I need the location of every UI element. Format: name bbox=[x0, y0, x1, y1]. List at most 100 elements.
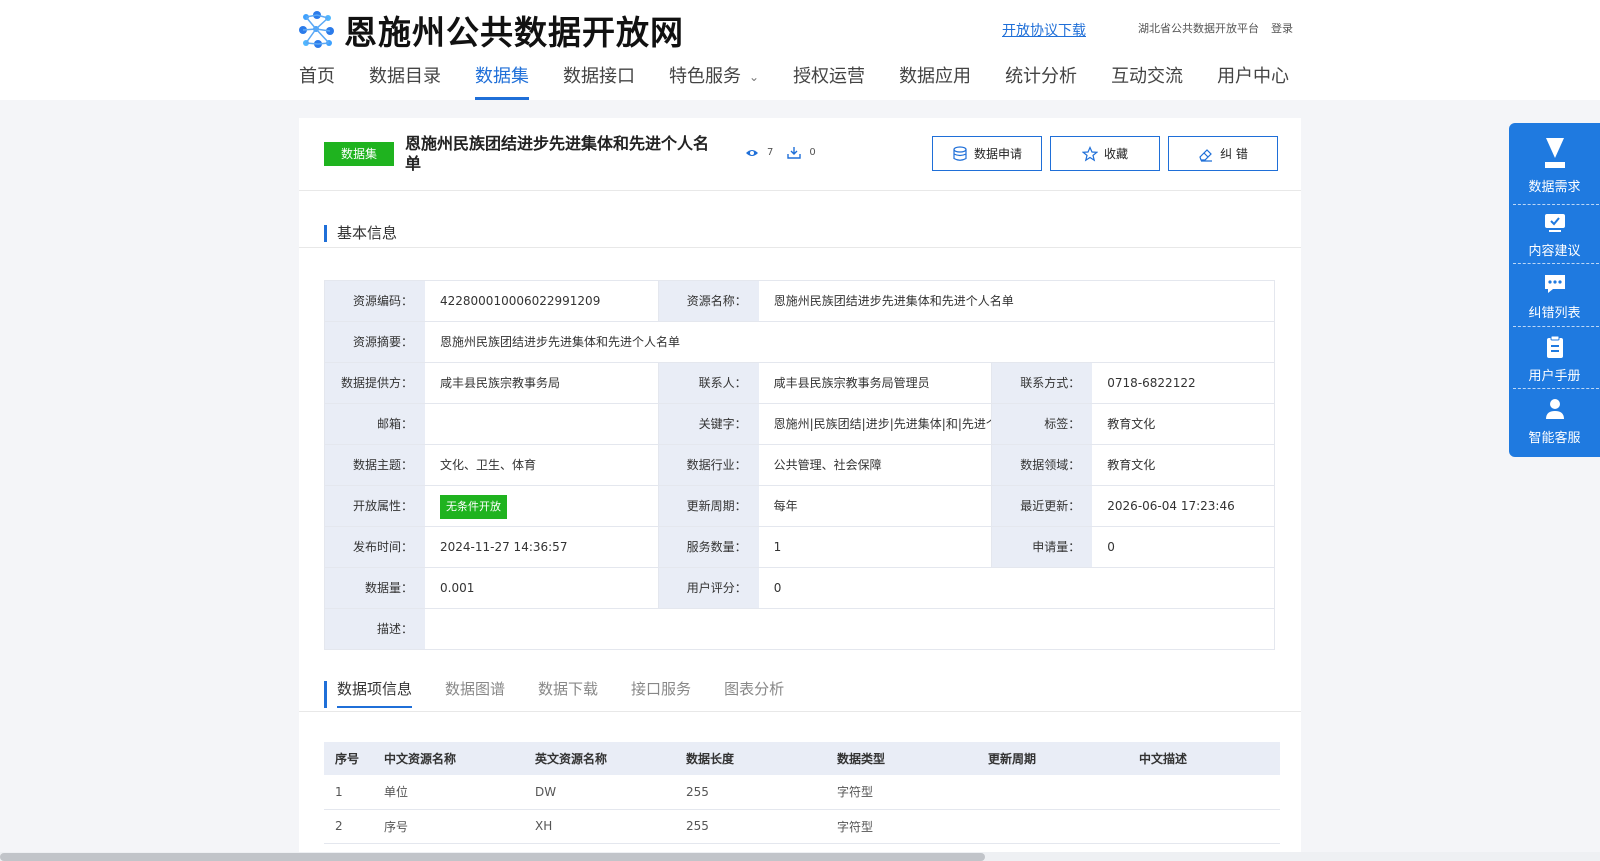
platform-link[interactable]: 湖北省公共数据开放平台 bbox=[1138, 20, 1259, 36]
field-label: 数据主题： bbox=[325, 445, 425, 485]
user-rating: 0 bbox=[759, 568, 1275, 608]
table-cell bbox=[977, 775, 1128, 810]
float-user-manual[interactable]: 用户手册 bbox=[1509, 335, 1600, 384]
divider bbox=[299, 711, 1301, 712]
field-label: 数据量： bbox=[325, 568, 425, 608]
site-title: 恩施州公共数据开放网 bbox=[344, 13, 684, 52]
nav-label: 数据目录 bbox=[369, 66, 441, 87]
table-cell: 单位 bbox=[373, 775, 524, 810]
resource-abstract: 恩施州民族团结进步先进集体和先进个人名单 bbox=[425, 322, 1275, 362]
column-header: 中文资源名称 bbox=[373, 742, 524, 775]
info-row: 数据提供方： 咸丰县民族宗教事务局 联系人： 咸丰县民族宗教事务局管理员 联系方… bbox=[325, 363, 1275, 404]
dataset-title-bar: 数据集 恩施州民族团结进步先进集体和先进个人名单 7 0 数据申请 收藏 纠 错 bbox=[299, 118, 1301, 191]
logo-icon bbox=[299, 11, 334, 48]
agreement-download-link[interactable]: 开放协议下载 bbox=[1002, 20, 1086, 40]
monitor-icon bbox=[1544, 214, 1565, 232]
field-label: 申请量： bbox=[992, 527, 1093, 567]
table-header-row: 序号 中文资源名称 英文资源名称 数据长度 数据类型 更新周期 中文描述 bbox=[324, 742, 1280, 775]
clipboard-icon bbox=[1546, 335, 1563, 358]
contact-person: 咸丰县民族宗教事务局管理员 bbox=[759, 363, 993, 403]
data-apply-label: 数据申请 bbox=[973, 147, 1022, 161]
column-header: 更新周期 bbox=[977, 742, 1128, 775]
table-cell bbox=[1128, 809, 1280, 844]
info-row: 数据量： 0.001 用户评分： 0 bbox=[325, 568, 1275, 609]
data-theme: 文化、卫生、体育 bbox=[425, 445, 659, 485]
data-provider: 咸丰县民族宗教事务局 bbox=[425, 363, 659, 403]
float-label: 用户手册 bbox=[1528, 369, 1581, 384]
float-correction-list[interactable]: 纠错列表 bbox=[1509, 272, 1600, 321]
nav-statistics[interactable]: 统计分析 bbox=[1005, 60, 1077, 100]
service-count: 1 bbox=[759, 527, 993, 567]
field-label: 标签： bbox=[992, 404, 1093, 444]
column-header: 中文描述 bbox=[1128, 742, 1280, 775]
tab-api-service[interactable]: 接口服务 bbox=[631, 681, 691, 708]
tab-data-graph[interactable]: 数据图谱 bbox=[445, 681, 505, 708]
field-label: 服务数量： bbox=[658, 527, 759, 567]
email bbox=[425, 404, 659, 444]
info-row: 开放属性： 无条件开放 更新周期： 每年 最近更新： 2026-06-04 17… bbox=[325, 486, 1275, 527]
column-header: 英文资源名称 bbox=[524, 742, 675, 775]
horizontal-scrollbar[interactable] bbox=[0, 852, 1600, 861]
float-smart-service[interactable]: 智能客服 bbox=[1509, 397, 1600, 446]
resource-name: 恩施州民族团结进步先进集体和先进个人名单 bbox=[759, 281, 1275, 321]
floating-service-panel: 数据需求 内容建议 纠错列表 用户手册 智能客服 bbox=[1509, 123, 1600, 457]
chevron-down-icon: ⌄ bbox=[749, 70, 760, 84]
basic-info-heading: 基本信息 bbox=[324, 225, 397, 242]
nav-data-apps[interactable]: 数据应用 bbox=[899, 60, 971, 100]
field-label: 联系方式： bbox=[992, 363, 1093, 403]
field-label: 数据提供方： bbox=[325, 363, 425, 403]
description bbox=[425, 609, 1275, 649]
user-icon bbox=[1545, 399, 1564, 419]
nav-api[interactable]: 数据接口 bbox=[563, 60, 635, 100]
column-header: 数据长度 bbox=[675, 742, 826, 775]
open-status-badge: 无条件开放 bbox=[440, 495, 507, 519]
basic-info-table: 资源编码： 42280001000602299120​9 资源名称： 恩施州民族… bbox=[324, 280, 1275, 650]
nav-label: 特色服务 bbox=[669, 66, 741, 87]
tab-data-download[interactable]: 数据下载 bbox=[538, 681, 598, 708]
field-label: 关键字： bbox=[658, 404, 759, 444]
field-label: 用户评分： bbox=[658, 568, 759, 608]
table-cell bbox=[1128, 775, 1280, 810]
nav-home[interactable]: 首页 bbox=[299, 60, 335, 100]
table-row: 2 序号 XH 255 字符型 bbox=[324, 809, 1280, 844]
divider bbox=[1513, 388, 1599, 389]
info-row: 描述： bbox=[325, 609, 1275, 650]
table-cell: 1 bbox=[324, 775, 373, 810]
correction-button[interactable]: 纠 错 bbox=[1168, 136, 1278, 171]
nav-label: 首页 bbox=[299, 66, 335, 87]
field-label: 资源名称： bbox=[658, 281, 759, 321]
login-link[interactable]: 登录 bbox=[1271, 20, 1293, 36]
scrollbar-thumb[interactable] bbox=[0, 853, 985, 861]
dataset-title: 恩施州民族团结进步先进集体和先进个人名单 bbox=[405, 134, 710, 173]
update-cycle: 每年 bbox=[759, 486, 993, 526]
data-apply-button[interactable]: 数据申请 bbox=[932, 136, 1042, 171]
field-label: 更新周期： bbox=[658, 486, 759, 526]
data-volume: 0.001 bbox=[425, 568, 659, 608]
nav-datasets[interactable]: 数据集 bbox=[475, 60, 529, 100]
table-cell: 255 bbox=[675, 775, 826, 810]
tab-data-items[interactable]: 数据项信息 bbox=[324, 681, 413, 708]
field-label: 描述： bbox=[325, 609, 425, 649]
table-cell: XH bbox=[524, 809, 675, 844]
site-logo[interactable]: 恩施州公共数据开放网 bbox=[298, 6, 684, 54]
nav-user-center[interactable]: 用户中心 bbox=[1217, 60, 1289, 100]
float-content-suggestion[interactable]: 内容建议 bbox=[1509, 212, 1600, 259]
info-row: 发布时间： 2024-11-27 14:36:57 服务数量： 1 申请量： 0 bbox=[325, 527, 1275, 568]
field-label: 最近更新： bbox=[992, 486, 1093, 526]
nav-authorized-operation[interactable]: 授权运营 bbox=[793, 60, 865, 100]
download-count-value: 0 bbox=[809, 147, 816, 158]
float-data-demand[interactable]: 数据需求 bbox=[1509, 136, 1600, 195]
nav-interaction[interactable]: 互动交流 bbox=[1111, 60, 1183, 100]
table-cell: 255 bbox=[675, 809, 826, 844]
nav-label: 数据集 bbox=[475, 66, 529, 87]
tab-chart-analysis[interactable]: 图表分析 bbox=[724, 681, 784, 708]
float-label: 智能客服 bbox=[1528, 431, 1581, 446]
nav-featured-services[interactable]: 特色服务 ⌄ bbox=[669, 60, 759, 100]
resource-code: 42280001000602299120​9 bbox=[425, 281, 659, 321]
nav-label: 数据接口 bbox=[563, 66, 635, 87]
keywords: 恩施州|民族团结|进步|先进集体|和|先进个人 bbox=[759, 404, 993, 444]
divider bbox=[1513, 204, 1599, 205]
favorite-button[interactable]: 收藏 bbox=[1050, 136, 1160, 171]
table-row: 1 单位 DW 255 字符型 bbox=[324, 775, 1280, 810]
nav-catalog[interactable]: 数据目录 bbox=[369, 60, 441, 100]
